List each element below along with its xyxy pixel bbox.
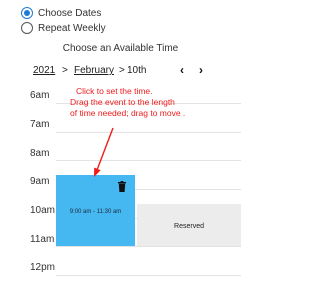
help-annotation: Click to set the time. Drag the event to… <box>70 86 236 119</box>
hour-label: 7am <box>30 119 50 130</box>
hour-line <box>56 132 241 133</box>
hour-label: 8am <box>30 148 50 159</box>
hour-label: 10am <box>30 205 56 216</box>
choose-dates-option[interactable]: Choose Dates <box>21 7 101 19</box>
reserved-label: Reserved <box>174 223 204 230</box>
page-title: Choose an Available Time <box>62 43 179 54</box>
trash-icon[interactable] <box>118 181 126 192</box>
hour-label: 12pm <box>30 262 56 273</box>
repeat-weekly-radio[interactable] <box>21 22 33 34</box>
hour-line <box>56 275 241 276</box>
hour-label: 11am <box>30 234 55 245</box>
breadcrumb-month[interactable]: February <box>74 65 114 76</box>
hour-line <box>56 246 241 247</box>
annotation-line: Click to set the time. <box>76 86 153 96</box>
breadcrumb-separator: > <box>119 65 125 76</box>
choose-dates-label: Choose Dates <box>38 7 102 19</box>
breadcrumb-year[interactable]: 2021 <box>33 65 55 76</box>
next-day-button[interactable]: › <box>199 63 203 77</box>
repeat-weekly-option[interactable]: Repeat Weekly <box>21 22 106 34</box>
hour-label: 6am <box>30 90 50 101</box>
hour-label: 9am <box>30 176 50 187</box>
annotation-line: of time needed; drag to move . <box>70 108 186 118</box>
choose-dates-radio[interactable] <box>21 7 33 19</box>
breadcrumb-day: 10th <box>127 65 147 76</box>
breadcrumb-separator: > <box>62 65 68 76</box>
reserved-block: Reserved <box>137 204 241 246</box>
annotation-line: Drag the event to the length <box>70 97 175 107</box>
prev-day-button[interactable]: ‹ <box>180 63 184 77</box>
hour-line <box>56 160 241 161</box>
selected-event[interactable]: 9:00 am - 11:30 am <box>56 175 135 246</box>
event-time: 9:00 am - 11:30 am <box>69 209 122 215</box>
repeat-weekly-label: Repeat Weekly <box>38 22 106 34</box>
